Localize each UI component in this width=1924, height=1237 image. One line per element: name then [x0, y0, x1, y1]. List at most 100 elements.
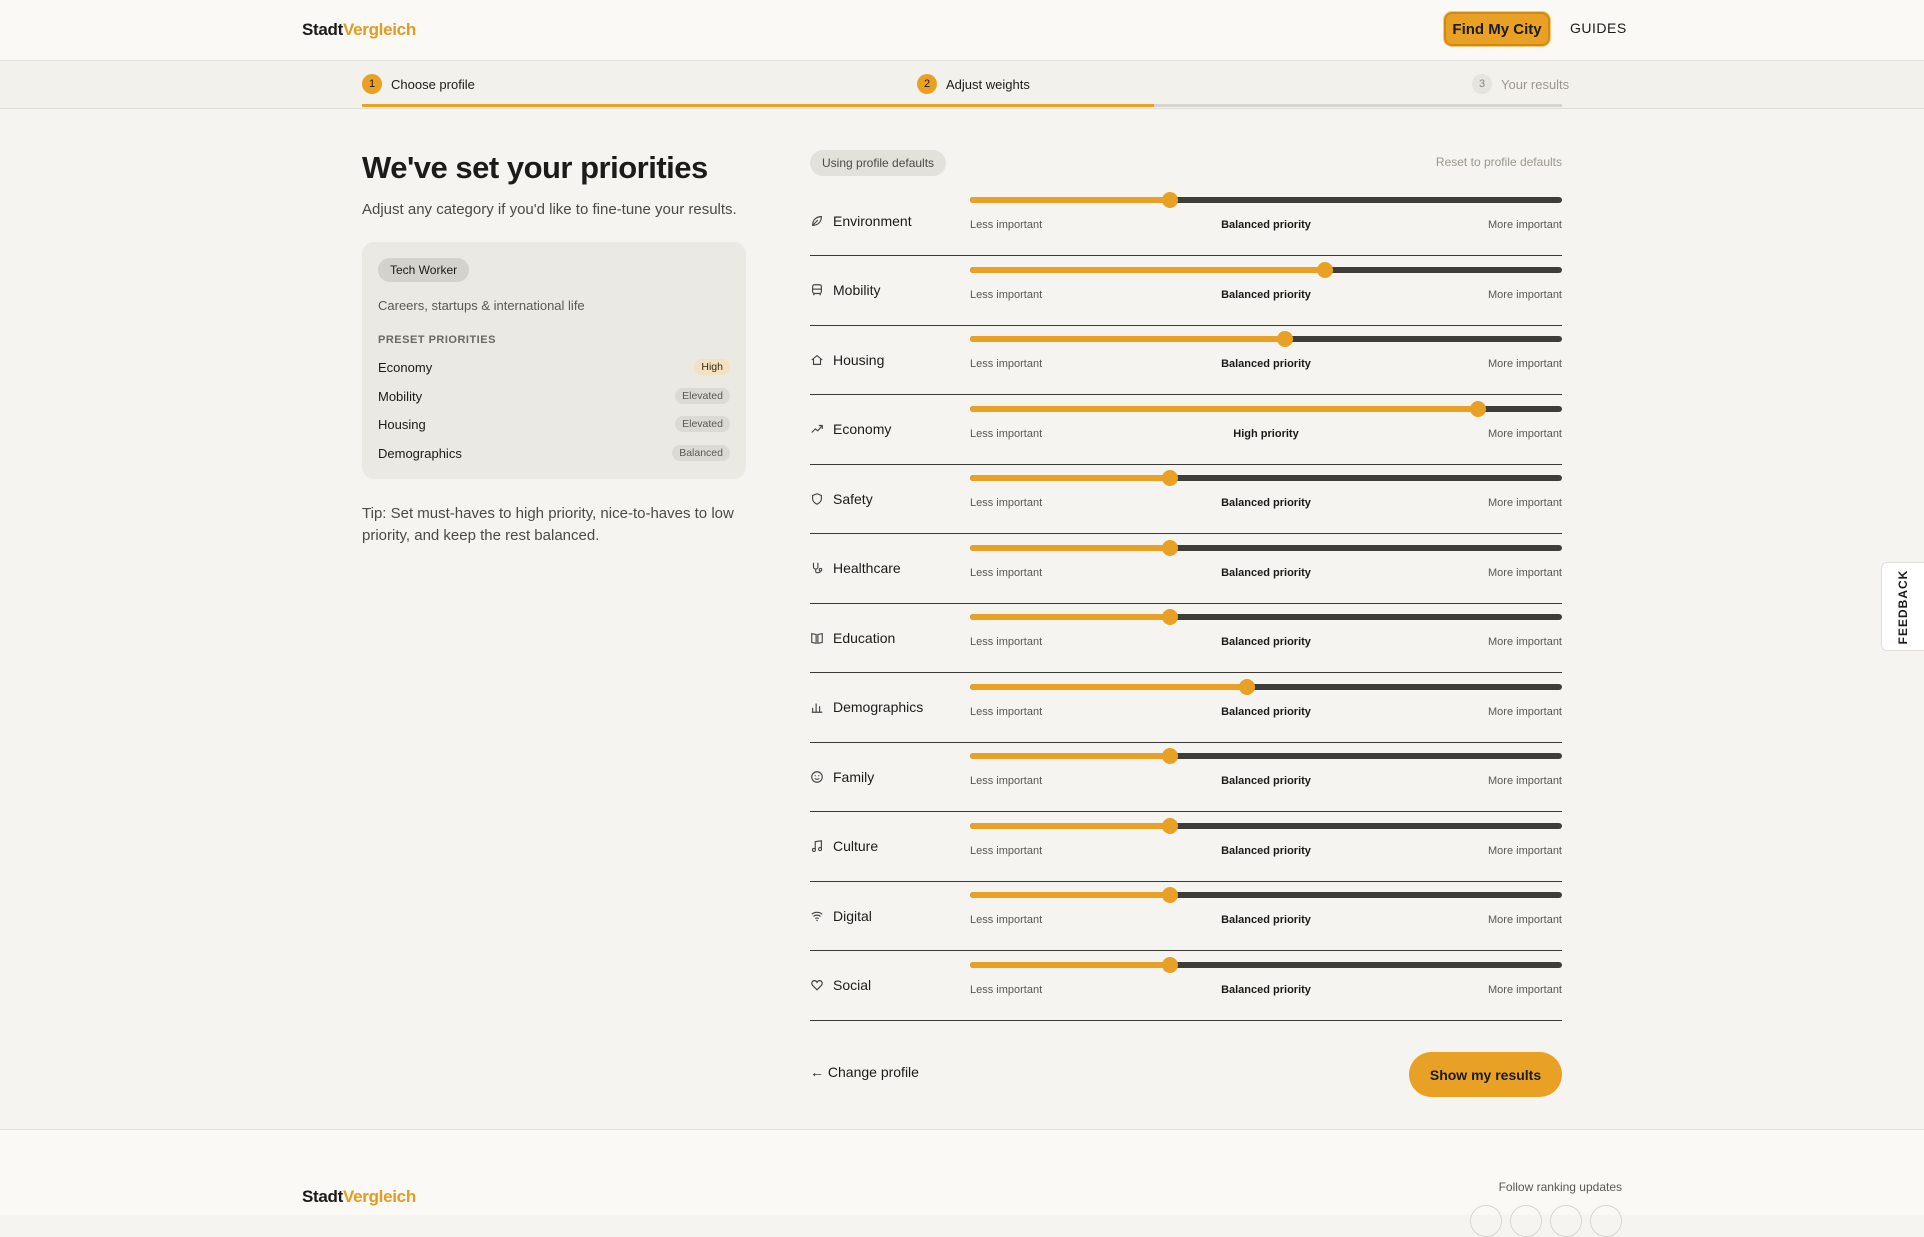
slider-fill [970, 614, 1171, 620]
slider-fill [970, 892, 1171, 898]
social-link-4[interactable] [1590, 1205, 1622, 1237]
slider-fill [970, 405, 1478, 412]
profile-description: Careers, startups & international life [378, 298, 585, 313]
slider-handle[interactable] [1239, 678, 1256, 695]
priority-level-label: Balanced priority [1221, 636, 1311, 648]
priority-slider[interactable] [970, 887, 1562, 903]
step-number: 2 [917, 74, 937, 94]
slider-fill [970, 822, 1171, 829]
slider-handle[interactable] [1162, 956, 1179, 973]
footer-logo[interactable]: StadtVergleich [302, 1187, 416, 1207]
slider-fill [970, 475, 1171, 481]
weight-row-safety: Safety Less important Balanced priority Mor… [810, 464, 1562, 534]
category-name: Healthcare [833, 560, 901, 576]
slider-handle[interactable] [1469, 400, 1486, 417]
category-name: Environment [833, 212, 912, 229]
priority-level-label: Balanced priority [1221, 566, 1311, 579]
preset-label: Housing [378, 416, 426, 432]
category-label: Education [810, 603, 895, 672]
more-important-label: More important [1488, 844, 1562, 857]
category-name: Economy [833, 421, 892, 437]
book-icon [810, 631, 824, 645]
category-label: Safety [810, 464, 873, 533]
smile-icon [810, 770, 824, 784]
slider-handle[interactable] [1162, 609, 1179, 625]
social-link-1[interactable] [1470, 1205, 1502, 1237]
preset-priorities-heading: PRESET PRIORITIES [378, 334, 496, 346]
category-label: Healthcare [810, 534, 901, 603]
change-profile-link[interactable]: ← Change profile [810, 1064, 919, 1080]
priority-slider[interactable] [970, 261, 1562, 278]
slider-handle[interactable] [1162, 817, 1179, 834]
weight-row-digital: Digital Less important Balanced priority Mo… [810, 881, 1562, 951]
stethoscope-icon [810, 561, 824, 575]
step-label: Choose profile [391, 76, 475, 92]
shield-icon [810, 492, 824, 506]
slider-handle[interactable] [1162, 470, 1179, 486]
social-link-3[interactable] [1550, 1205, 1582, 1237]
footer: StadtVergleich Follow ranking updates [0, 1129, 1924, 1237]
social-link-2[interactable] [1510, 1205, 1542, 1237]
priority-level-label: Balanced priority [1221, 914, 1311, 926]
category-label: Environment [810, 186, 912, 255]
wifi-icon [810, 909, 824, 923]
step-indicator: 1 Choose profile 2 Adjust weights 3 Your… [0, 61, 1924, 109]
weight-row-economy: Economy Less important High priority More i… [810, 395, 1562, 465]
category-label: Demographics [810, 673, 923, 742]
weight-row-social: Social Less important Balanced priority Mor… [810, 951, 1562, 1021]
more-important-label: More important [1488, 497, 1562, 509]
priority-slider[interactable] [970, 609, 1562, 625]
category-label: Social [810, 951, 871, 1020]
priority-level-label: Balanced priority [1221, 288, 1311, 301]
step-choose-profile[interactable]: 1 Choose profile [362, 74, 475, 94]
slider-handle[interactable] [1162, 748, 1179, 764]
priority-slider[interactable] [970, 956, 1562, 973]
page-subtitle: Adjust any category if you'd like to fin… [362, 201, 737, 218]
slider-fill [970, 336, 1285, 342]
step-number: 3 [1472, 74, 1492, 94]
weight-row-mobility: Mobility Less important Balanced priority M… [810, 256, 1562, 326]
weight-row-housing: Housing Less important Balanced priority Mo… [810, 325, 1562, 395]
more-important-label: More important [1488, 636, 1562, 648]
bar-chart-icon [810, 700, 824, 714]
priority-slider[interactable] [970, 400, 1562, 417]
priority-level-label: Balanced priority [1221, 983, 1311, 996]
weight-row-environment: Environment Less important Balanced priori… [810, 186, 1562, 256]
priority-slider[interactable] [970, 470, 1562, 486]
category-label: Digital [810, 881, 872, 950]
slider-fill [970, 961, 1171, 968]
step-your-results: 3 Your results [1472, 74, 1569, 94]
follow-updates-label: Follow ranking updates [1498, 1180, 1622, 1194]
find-my-city-button[interactable]: Find My City [1444, 12, 1550, 46]
category-name: Demographics [833, 699, 924, 715]
slider-handle[interactable] [1276, 331, 1293, 347]
guides-link[interactable]: GUIDES [1570, 20, 1627, 36]
priority-slider[interactable] [970, 748, 1562, 764]
slider-handle[interactable] [1162, 539, 1179, 556]
priority-slider[interactable] [970, 192, 1562, 208]
progress-track [362, 104, 1562, 107]
priority-slider[interactable] [970, 817, 1562, 834]
preset-label: Demographics [378, 445, 462, 461]
priority-level-label: Balanced priority [1221, 497, 1311, 509]
slider-fill [970, 266, 1326, 273]
slider-handle[interactable] [1317, 261, 1334, 278]
tip-text: Tip: Set must-haves to high priority, ni… [362, 505, 734, 544]
reset-defaults-link[interactable]: Reset to profile defaults [1436, 155, 1562, 169]
feedback-tab[interactable]: FEEDBACK [1881, 562, 1924, 651]
slider-fill [970, 683, 1248, 690]
preset-row: Economy High [378, 356, 730, 378]
slider-handle[interactable] [1162, 887, 1179, 903]
priority-slider[interactable] [970, 331, 1562, 347]
priority-slider[interactable] [970, 539, 1562, 556]
step-label: Your results [1501, 76, 1570, 92]
more-important-label: More important [1488, 219, 1562, 231]
site-logo[interactable]: StadtVergleich [302, 20, 416, 40]
priority-slider[interactable] [970, 678, 1562, 695]
show-results-button[interactable]: Show my results [1409, 1052, 1562, 1097]
priority-level-label: Balanced priority [1221, 705, 1311, 718]
slider-handle[interactable] [1162, 192, 1179, 208]
step-label: Adjust weights [946, 76, 1030, 92]
category-label: Culture [810, 812, 878, 881]
preset-row: Mobility Elevated [378, 385, 730, 407]
